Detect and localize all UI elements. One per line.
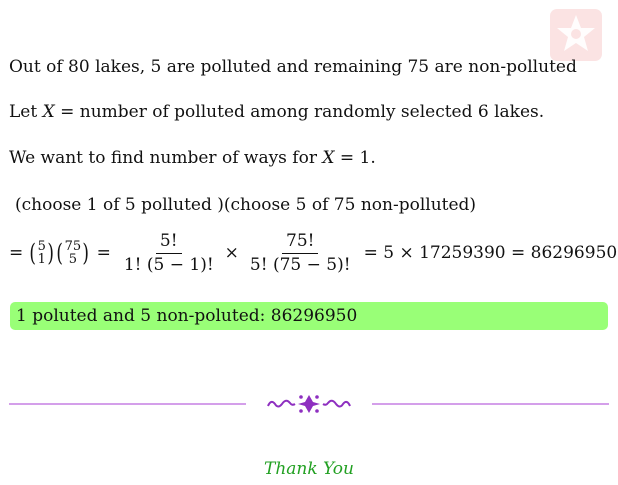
intro-line-2: Let X = number of polluted among randoml… (9, 102, 544, 122)
variable-x: X (42, 102, 55, 122)
equation-result: = 5 × 17259390 = 86296950 (363, 243, 618, 264)
equals-sign: = (9, 243, 24, 264)
variable-x: X (322, 148, 335, 168)
binomial-75-choose-5: ( 75 5 ) (56, 238, 90, 268)
intro-line-1: Out of 80 lakes, 5 are polluted and rema… (9, 57, 577, 77)
equation-row: = ( 51 ) ( 75 5 ) = 5! 1! (5 − 1)! × 75! … (9, 232, 617, 274)
binom-top: 75 (64, 238, 82, 254)
fraction-numerator: 5! (155, 232, 182, 254)
ornamental-divider-icon (9, 395, 609, 413)
fraction-denominator: 5! (75 − 5)! (249, 254, 351, 275)
intro-line-2-prefix: Let (9, 102, 43, 122)
answer-text: 1 poluted and 5 non-poluted: 86296950 (16, 306, 358, 326)
times-sign: × (224, 243, 239, 264)
binom-top: 5 (37, 238, 46, 254)
fraction-5-factorial: 5! 1! (5 − 1)! (120, 232, 218, 274)
binomial-5-choose-1: ( 51 ) (29, 238, 54, 268)
intro-line-3-prefix: We want to find number of ways for (9, 148, 323, 168)
binom-bottom: 1 (37, 252, 46, 268)
fraction-75-factorial: 75! 5! (75 − 5)! (246, 232, 355, 274)
fraction-denominator: 1! (5 − 1)! (123, 254, 214, 275)
intro-line-3: We want to find number of ways for X = 1… (9, 148, 376, 168)
intro-line-2-suffix: = number of polluted among randomly sele… (54, 102, 545, 122)
explanation-text: (choose 1 of 5 polluted )(choose 5 of 75… (15, 195, 477, 215)
fraction-numerator: 75! (282, 232, 319, 254)
binom-bottom: 5 (68, 252, 78, 268)
intro-line-3-suffix: = 1. (334, 148, 376, 168)
equals-sign: = (96, 243, 111, 264)
watermark-logo-icon (550, 9, 602, 61)
answer-box: 1 poluted and 5 non-poluted: 86296950 (10, 302, 608, 330)
thank-you-text: Thank You (263, 459, 354, 479)
